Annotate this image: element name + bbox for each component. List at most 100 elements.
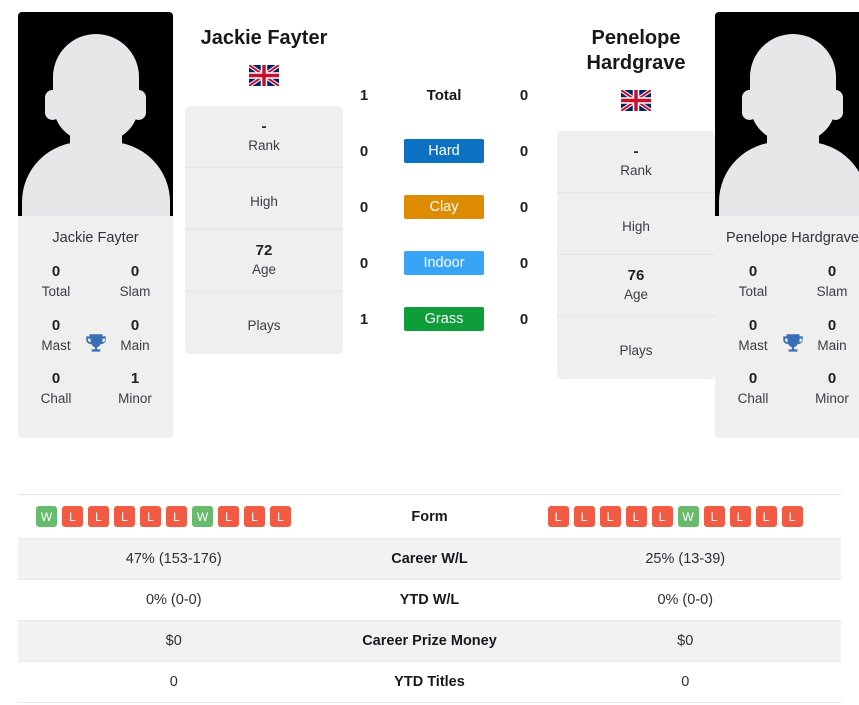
surface-badge-clay[interactable]: Clay — [404, 195, 484, 219]
stat-label-form: Form — [411, 508, 448, 525]
surface-row-clay: 0 Clay 0 — [349, 179, 539, 235]
form-badge-loss: L — [62, 506, 83, 527]
right-player-card: Penelope Hardgrave 0 Total 0 Slam 0 Mast… — [715, 12, 859, 439]
avatar-ear-left — [45, 90, 60, 120]
left-rank-value: - — [261, 117, 267, 135]
right-titles-row-1: 0 Total 0 Slam — [715, 261, 859, 302]
right-titles-main: 0 Main — [808, 315, 856, 356]
left-player-card: Jackie Fayter 0 Total 0 Slam 0 Mast 0 Ma… — [18, 12, 173, 439]
right-player-ytd_wl: 0% (0-0) — [657, 592, 714, 608]
surface-row-hard: 0 Hard 0 — [349, 123, 539, 179]
left-titles-mast: 0 Mast — [32, 315, 80, 356]
surface-row-indoor: 0 Indoor 0 — [349, 235, 539, 291]
right-rank-value: - — [633, 142, 639, 160]
right-titles-chall-label: Chall — [737, 391, 769, 407]
left-player-ytd_wl: 0% (0-0) — [145, 592, 202, 608]
left-age-cell: 72 Age — [185, 230, 343, 292]
form-badge-loss: L — [166, 506, 187, 527]
form-badge-loss: L — [703, 506, 725, 527]
right-titles-slam: 0 Slam — [808, 261, 856, 302]
right-titles-minor-value: 0 — [827, 370, 837, 388]
form-badge-loss: L — [755, 506, 777, 527]
right-titles-total: 0 Total — [729, 261, 777, 302]
left-titles-slam-value: 0 — [130, 263, 140, 281]
right-age-label: Age — [623, 287, 649, 303]
right-player-ytd_titles: 0 — [681, 674, 690, 690]
table-row: 0% (0-0) YTD W/L 0% (0-0) — [18, 580, 841, 621]
form-badge-loss: L — [114, 506, 135, 527]
avatar-ear-right — [828, 90, 843, 120]
left-titles-main: 0 Main — [111, 315, 159, 356]
surface-badge-indoor[interactable]: Indoor — [404, 251, 484, 275]
right-rank-label: Rank — [620, 163, 652, 179]
left-player-career_wl: 47% (153-176) — [125, 551, 222, 567]
form-badge-loss: L — [573, 506, 595, 527]
right-plays-cell: Plays — [557, 317, 715, 379]
avatar-placeholder-icon — [749, 34, 836, 142]
left-titles-slam-label: Slam — [119, 283, 151, 299]
left-player-ytd_titles: 0 — [169, 674, 178, 690]
gb-flag-icon — [621, 90, 651, 111]
left-titles-chall-value: 0 — [51, 370, 61, 388]
form-badge-loss: L — [218, 506, 239, 527]
right-player-form: LLLLLWLLLL — [530, 500, 842, 533]
right-player-career_wl: 25% (13-39) — [645, 551, 726, 567]
surface-row-grass: 1 Grass 0 — [349, 291, 539, 347]
right-titles-total-value: 0 — [748, 263, 758, 281]
right-titles-chall: 0 Chall — [729, 368, 777, 409]
surface-right-score: 0 — [519, 198, 529, 216]
form-badge-win: W — [36, 506, 57, 527]
form-badge-loss: L — [140, 506, 161, 527]
surface-badge-grass[interactable]: Grass — [404, 307, 484, 331]
right-titles-slam-value: 0 — [827, 263, 837, 281]
surface-left-score: 1 — [359, 310, 369, 328]
right-age-value: 76 — [627, 266, 645, 284]
right-player-photo-caption: Penelope Hardgrave — [715, 216, 859, 260]
left-titles-row-3: 0 Chall 1 Minor — [18, 368, 173, 409]
table-row: $0 Career Prize Money $0 — [18, 621, 841, 662]
stats-comparison-table: W L L L L L W L L L Form L L L L L W L L L L 47% (153-176) Car… — [18, 494, 841, 703]
left-titles-slam: 0 Slam — [111, 261, 159, 302]
surface-left-score: 0 — [359, 254, 369, 272]
stat-label-ytd_wl: YTD W/L — [399, 592, 460, 608]
right-form-list: LLLLLWLLLL — [538, 506, 834, 527]
right-player-meta-card: - Rank High 76 Age Plays — [557, 131, 715, 379]
left-high-label: High — [250, 193, 278, 209]
right-player-career_prize: $0 — [677, 633, 694, 649]
surface-right-score: 0 — [519, 310, 529, 328]
left-titles-chall-label: Chall — [40, 391, 72, 407]
left-player-form: WLLLLLWLLL — [18, 500, 330, 533]
table-row: W L L L L L W L L L Form L L L L L W L L L L — [18, 495, 841, 539]
left-titles-total: 0 Total — [32, 261, 80, 302]
stat-label-career_prize: Career Prize Money — [362, 633, 497, 649]
left-titles-main-value: 0 — [130, 316, 140, 334]
surface-right-score: 0 — [519, 142, 529, 160]
left-titles-total-label: Total — [41, 283, 71, 299]
right-titles-main-value: 0 — [827, 316, 837, 334]
right-age-cell: 76 Age — [557, 255, 715, 317]
left-player-name: Jackie Fayter — [200, 27, 328, 49]
table-row: 47% (153-176) Career W/L 25% (13-39) — [18, 539, 841, 580]
right-plays-label: Plays — [619, 343, 653, 359]
left-age-value: 72 — [255, 241, 273, 259]
right-player-photo — [715, 12, 859, 216]
surface-badge-hard[interactable]: Hard — [404, 139, 484, 163]
avatar-ear-left — [742, 90, 757, 120]
left-form-list: WLLLLLWLLL — [26, 506, 322, 527]
left-player-photo-caption: Jackie Fayter — [18, 216, 173, 260]
avatar-ear-right — [131, 90, 146, 120]
gb-flag-icon — [249, 65, 279, 86]
comparison-header: Jackie Fayter 0 Total 0 Slam 0 Mast 0 Ma… — [0, 0, 859, 492]
player-comparison-page: Jackie Fayter 0 Total 0 Slam 0 Mast 0 Ma… — [0, 0, 859, 705]
right-high-cell: High — [557, 193, 715, 255]
left-titles-mast-value: 0 — [51, 316, 61, 334]
right-titles-minor-label: Minor — [815, 391, 849, 407]
left-titles-grid: 0 Total 0 Slam 0 Mast 0 Main 0 Chall 1 M… — [18, 259, 173, 439]
stat-label-ytd_titles: YTD Titles — [394, 674, 465, 690]
trophy-icon — [85, 334, 106, 352]
form-badge-loss: L — [781, 506, 803, 527]
right-titles-mast-label: Mast — [738, 337, 768, 353]
left-titles-main-label: Main — [120, 337, 150, 353]
right-titles-mast-value: 0 — [748, 316, 758, 334]
right-titles-minor: 0 Minor — [808, 368, 856, 409]
